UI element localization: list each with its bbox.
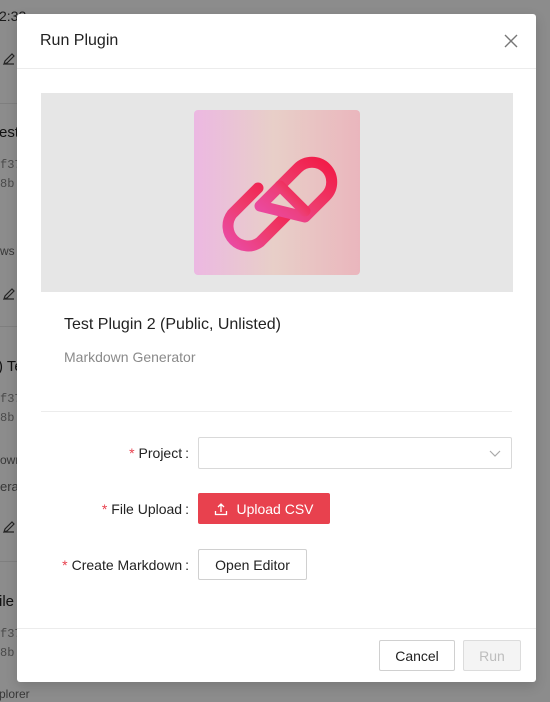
close-icon[interactable] [502,32,520,50]
plugin-name: Test Plugin 2 (Public, Unlisted) [64,316,281,333]
plugin-banner [41,93,513,292]
file-upload-label: * File Upload: [101,501,189,517]
chevron-down-icon [489,450,501,457]
upload-csv-label: Upload CSV [236,500,314,517]
project-label: * Project: [129,445,189,461]
required-marker: * [62,557,68,573]
required-marker: * [129,445,135,461]
modal-footer: Cancel Run [17,628,536,682]
open-editor-button[interactable]: Open Editor [198,549,307,580]
required-marker: * [101,501,108,517]
upload-icon [215,502,228,515]
plugin-type: Markdown Generator [64,349,196,365]
modal-title: Run Plugin [40,32,119,49]
create-markdown-label: * Create Markdown: [62,557,189,573]
run-button[interactable]: Run [463,640,521,671]
project-select[interactable] [198,437,512,469]
cancel-button[interactable]: Cancel [379,640,455,671]
divider [41,411,512,412]
plugin-logo [194,110,360,275]
link-icon [222,156,338,252]
upload-csv-button[interactable]: Upload CSV [198,493,330,524]
run-plugin-dialog: Run Plugin Test Plugin 2 (Public, Unlist… [17,14,536,682]
modal-header: Run Plugin [17,14,536,69]
